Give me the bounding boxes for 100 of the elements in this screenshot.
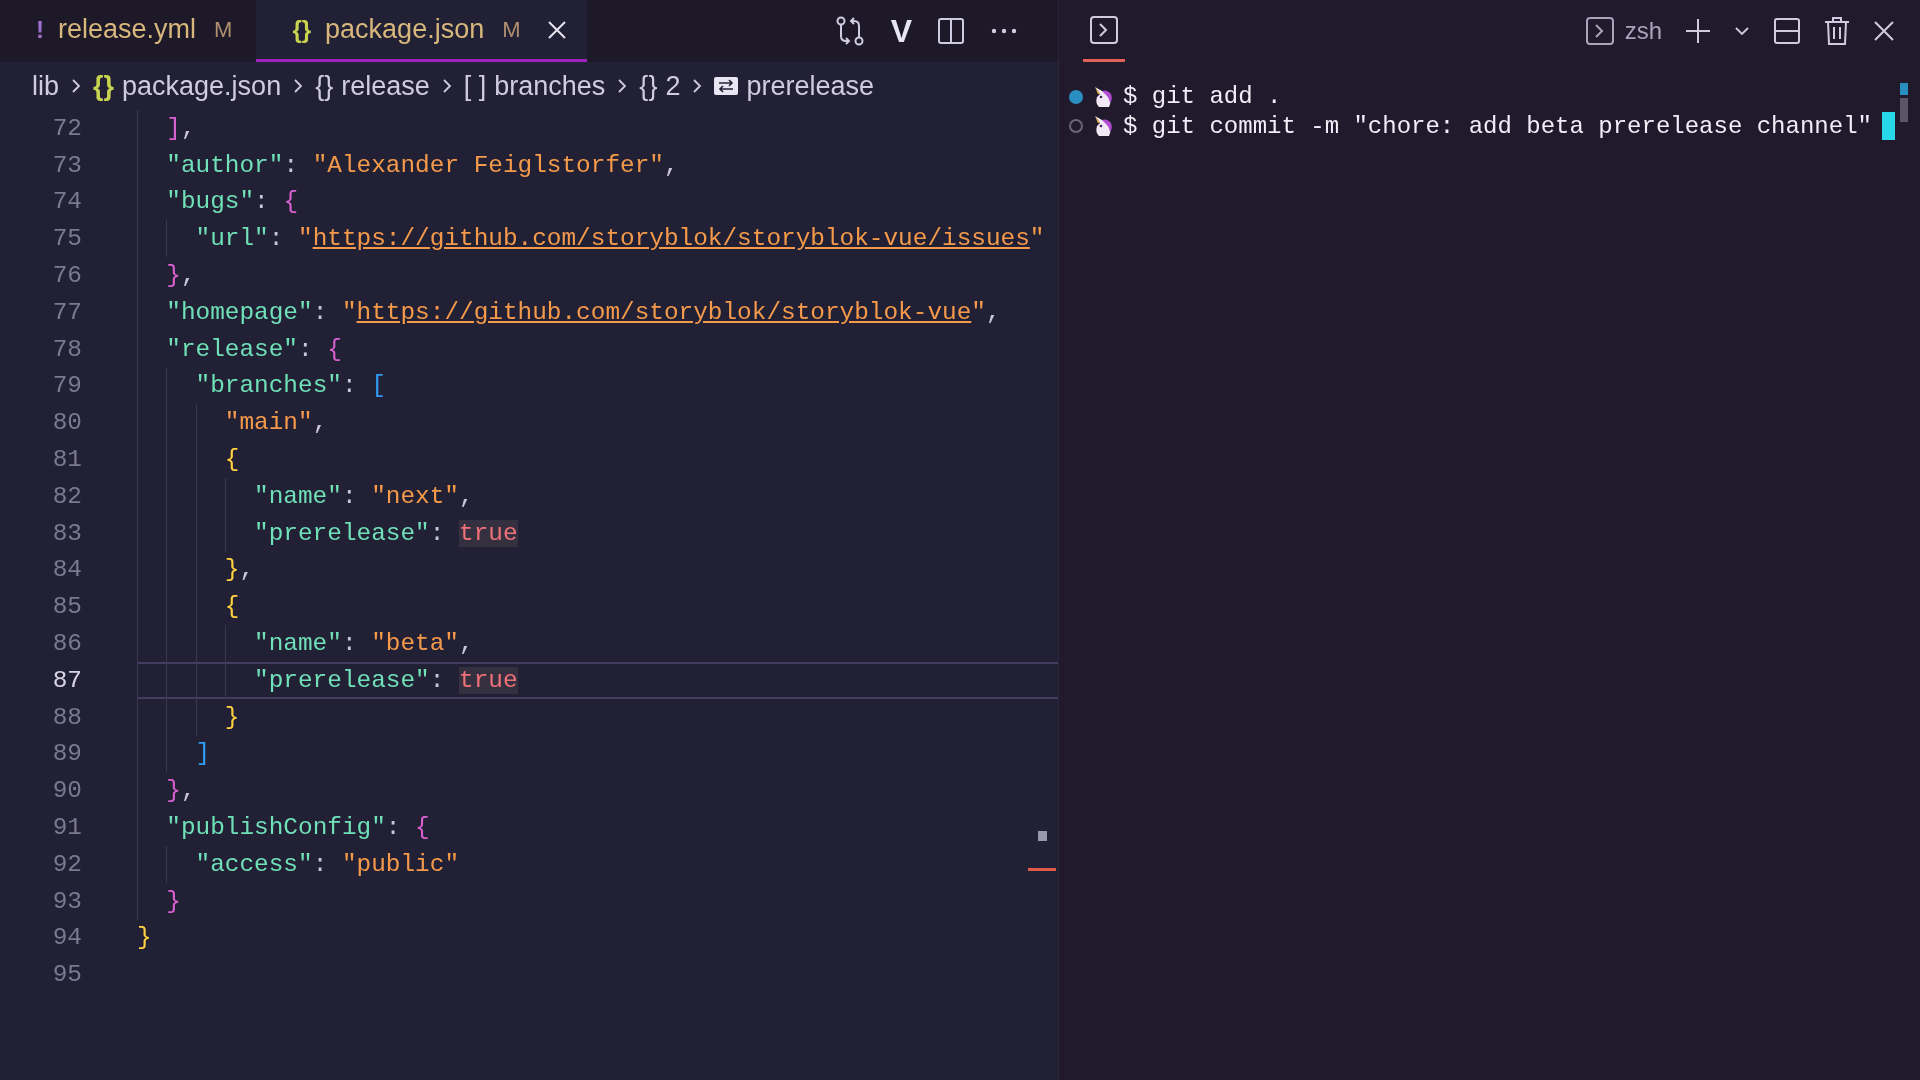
line-number: 83	[51, 519, 82, 547]
terminal-icon	[1584, 16, 1615, 46]
code-token: ,	[459, 630, 474, 658]
line-number: 79	[51, 372, 82, 400]
code-token: }	[166, 887, 181, 915]
split-editor-icon[interactable]	[936, 16, 966, 46]
code-token: "name"	[254, 630, 342, 658]
code-token: }	[137, 924, 152, 952]
code-token: "	[971, 298, 986, 326]
code-token: "author"	[166, 151, 284, 179]
toolbar-button[interactable]: V	[890, 12, 912, 50]
code-token: }	[166, 777, 181, 805]
code-token: :	[283, 151, 299, 179]
scrollbar-thumb[interactable]	[1900, 98, 1908, 122]
code-token: "public"	[341, 850, 460, 878]
code-token: ,	[180, 262, 196, 290]
code-token: "homepage"	[166, 298, 313, 326]
code-token: "	[298, 225, 313, 253]
code-token: "beta"	[371, 630, 459, 658]
chevron-right-icon	[617, 78, 628, 94]
line-number: 88	[51, 703, 82, 731]
chevron-right-icon	[692, 78, 703, 94]
more-icon[interactable]	[990, 27, 1018, 35]
code-token: }	[224, 703, 240, 731]
line-number: 85	[51, 593, 82, 621]
line-number: 84	[51, 556, 82, 584]
add-icon[interactable]	[1684, 17, 1712, 45]
code-token: "access"	[195, 850, 313, 878]
code-token: ]	[166, 114, 181, 142]
terminal-command: $ git commit -m "chore: add beta prerelease channel"	[1123, 112, 1872, 140]
code-token: "url"	[195, 225, 269, 253]
line-number: 87	[51, 666, 82, 694]
code-token: true	[459, 519, 518, 547]
line-number: 86	[51, 630, 82, 658]
code-token: "	[1029, 225, 1045, 253]
tab-label: release.yml	[58, 14, 197, 45]
close-icon[interactable]	[1872, 19, 1896, 43]
code-token: {	[415, 814, 430, 842]
code-token: ,	[663, 151, 679, 179]
code-token: :	[312, 850, 329, 878]
line-number: 89	[51, 740, 82, 768]
code-token: "name"	[254, 482, 342, 510]
overview-ruler-mark	[1038, 831, 1047, 841]
code-link[interactable]: https://github.com/storyblok/storyblok-vue/issues	[312, 225, 1030, 253]
breadcrumb-item[interactable]: prerelease	[714, 70, 874, 102]
code-token: true	[459, 666, 518, 694]
split-panel-icon[interactable]	[1772, 16, 1802, 46]
code-token: :	[312, 298, 329, 326]
line-number: 92	[51, 850, 82, 878]
code-token: "Alexander Feiglstorfer"	[312, 151, 664, 179]
code-token: "prerelease"	[254, 519, 430, 547]
trash-icon[interactable]	[1824, 16, 1850, 46]
code-token: ,	[985, 298, 1001, 326]
terminal-command: $ git add .	[1123, 83, 1282, 111]
breadcrumb-item[interactable]: {} 2	[639, 70, 681, 102]
line-number: 74	[51, 188, 82, 216]
code-token: :	[341, 630, 358, 658]
terminal-selector[interactable]: zsh	[1584, 16, 1662, 46]
code-token: {	[327, 335, 342, 363]
line-number: 72	[51, 114, 82, 142]
breadcrumb-item[interactable]: {} package.json	[93, 70, 282, 102]
code-token: "branches"	[195, 372, 342, 400]
code-token: "	[341, 298, 357, 326]
modified-indicator: M	[214, 16, 233, 43]
code-token: "release"	[166, 335, 298, 363]
code-token: ]	[195, 740, 211, 768]
code-link[interactable]: https://github.com/storyblok/storyblok-vue	[356, 298, 972, 326]
code-token: ,	[312, 409, 328, 437]
line-number: 95	[51, 961, 82, 989]
chevron-down-icon[interactable]	[1734, 26, 1750, 36]
line-number: 75	[51, 225, 82, 253]
line-number: 80	[51, 409, 82, 437]
line-number: 82	[51, 482, 82, 510]
terminal-icon	[1089, 14, 1119, 45]
breadcrumb-item[interactable]: [ ] branches	[463, 70, 606, 102]
scroll-marker	[1900, 83, 1908, 95]
breadcrumb-item[interactable]: {} release	[315, 70, 430, 102]
editor-tab[interactable]: {} package.json M	[256, 0, 587, 62]
property-icon	[714, 77, 739, 95]
code-token: {	[224, 446, 240, 474]
code-token: ,	[459, 482, 474, 510]
code-token: :	[429, 519, 446, 547]
breadcrumb-item[interactable]: lib	[32, 70, 59, 102]
code-token: :	[254, 188, 270, 216]
chevron-right-icon	[441, 78, 452, 94]
tab-label: package.json	[325, 14, 485, 45]
line-number: 81	[51, 446, 82, 474]
line-number: 94	[51, 924, 82, 952]
code-token: }	[224, 556, 240, 584]
code-token: [	[371, 372, 386, 400]
chevron-right-icon	[71, 78, 81, 94]
code-token: }	[166, 262, 181, 290]
close-icon[interactable]	[546, 19, 567, 40]
line-number: 90	[51, 777, 82, 805]
line-number: 76	[51, 262, 82, 290]
code-token: "prerelease"	[254, 666, 430, 694]
code-token: {	[283, 188, 298, 216]
editor-tab[interactable]: ! release.yml M	[0, 0, 257, 62]
line-number: 93	[51, 887, 82, 915]
code-token: ,	[180, 777, 196, 805]
